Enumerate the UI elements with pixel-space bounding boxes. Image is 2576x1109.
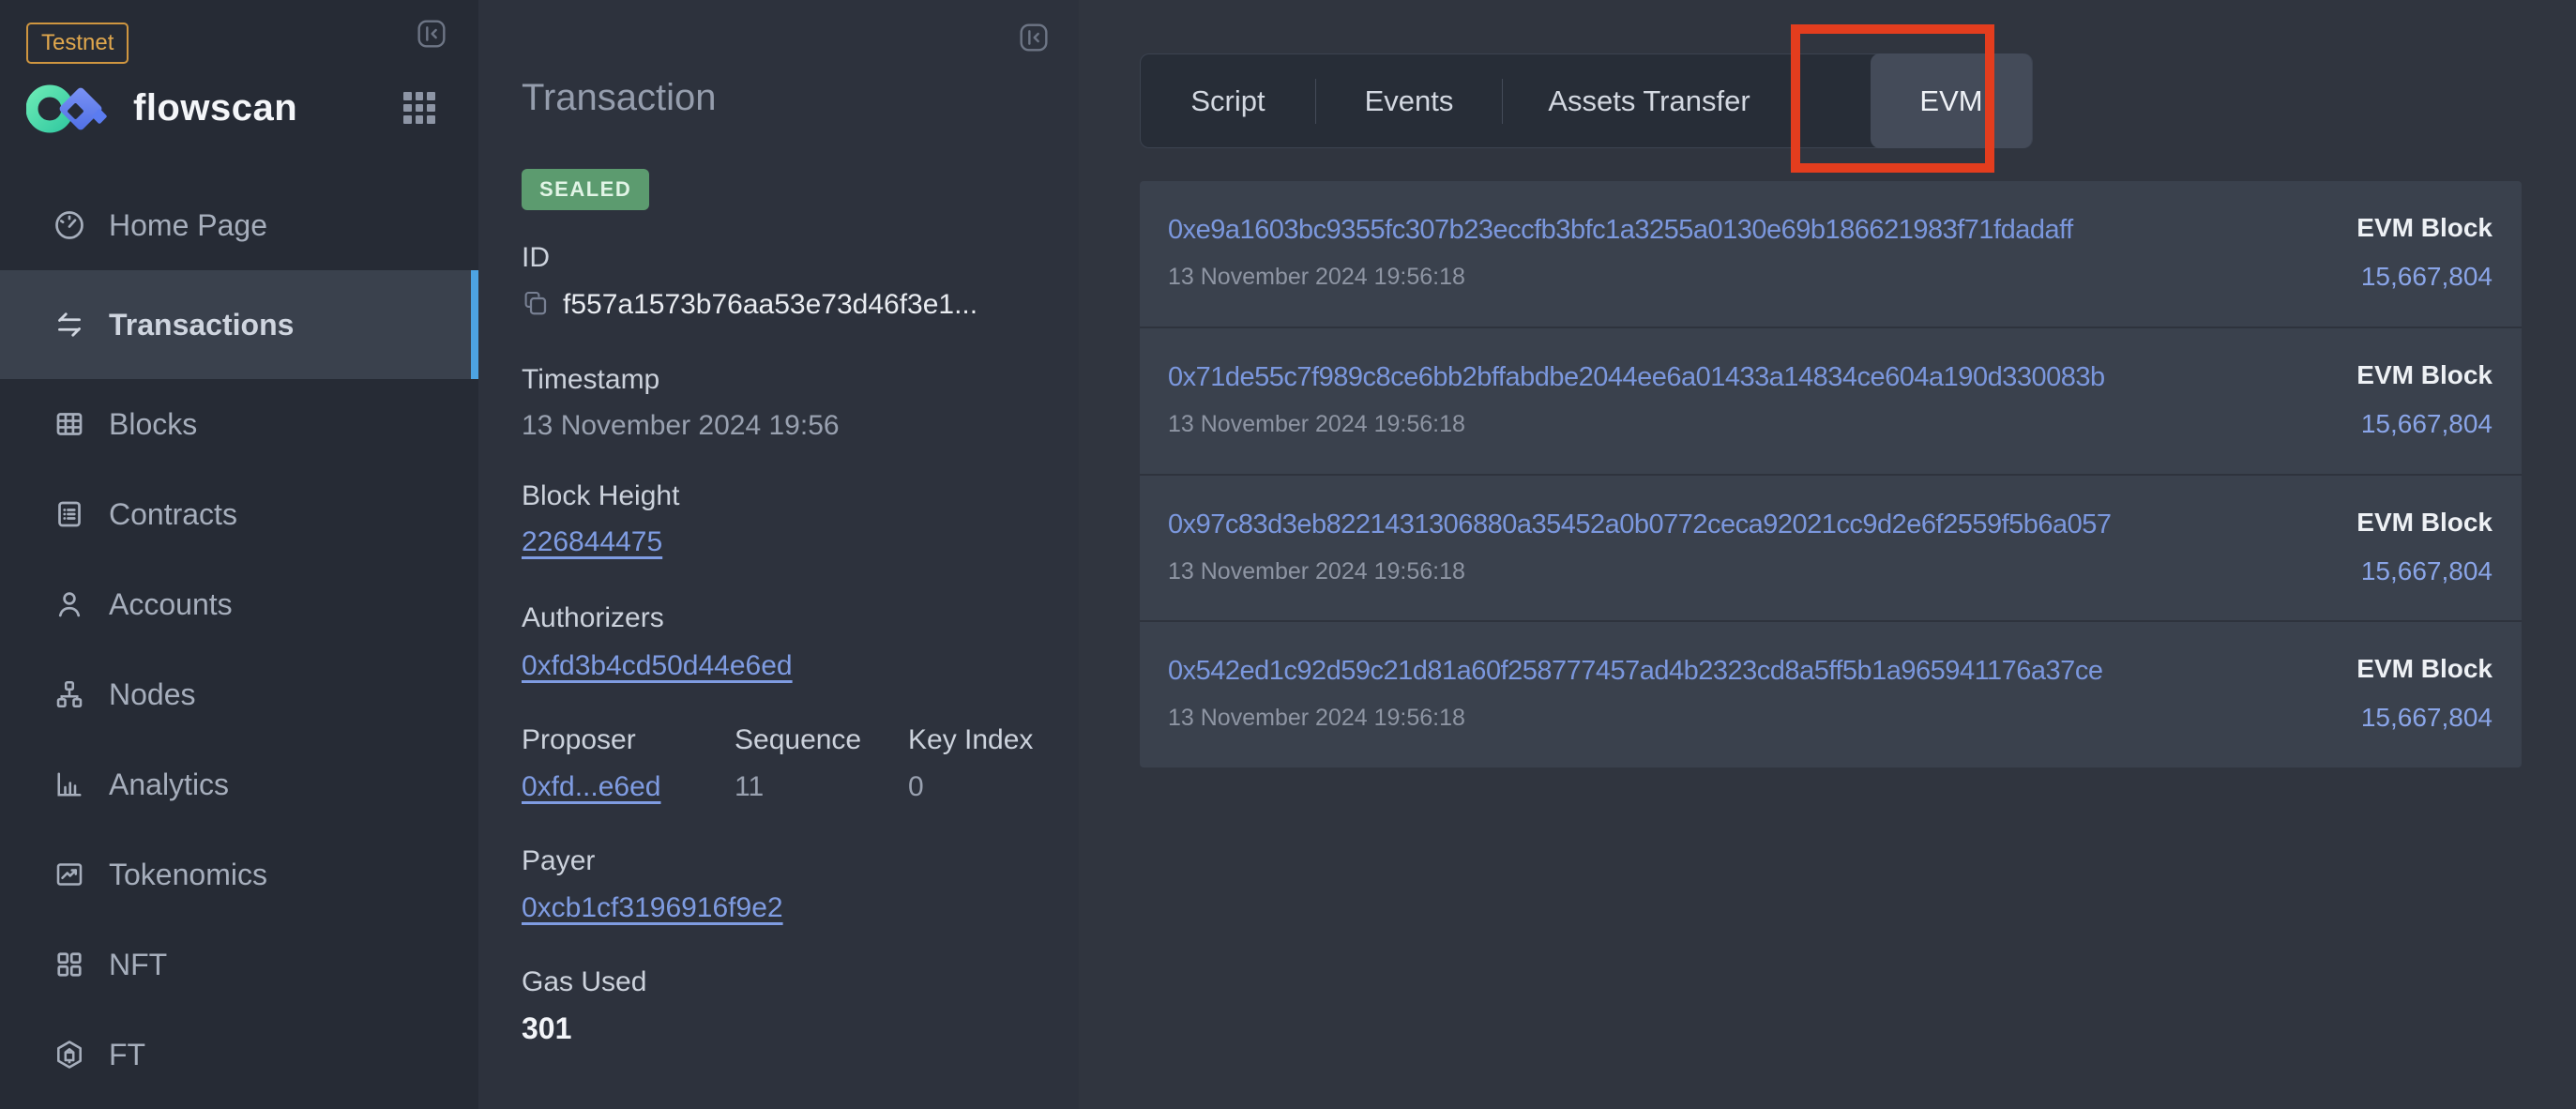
sidebar-item-label: Transactions (109, 308, 294, 342)
sequence-label: Sequence (735, 724, 861, 756)
key-index-label: Key Index (908, 724, 1033, 756)
token-cube-icon (53, 1038, 86, 1071)
swap-arrows-icon (53, 308, 86, 342)
evm-block-number-link[interactable]: 15,667,804 (2361, 262, 2493, 292)
timestamp-value: 13 November 2024 19:56 (522, 410, 840, 442)
sidebar-item-accounts[interactable]: Accounts (0, 559, 478, 649)
sidebar-item-label: Home Page (109, 208, 267, 243)
sidebar-item-analytics[interactable]: Analytics (0, 739, 478, 829)
sidebar-item-label: NFT (109, 948, 167, 982)
sidebar-item-label: Nodes (109, 677, 196, 712)
sidebar-item-transactions[interactable]: Transactions (0, 270, 478, 379)
person-icon (53, 587, 86, 621)
tab-evm[interactable]: EVM (1871, 53, 2032, 148)
tab-assets-transfer[interactable]: Assets Transfer (1503, 84, 1796, 118)
sidebar: Testnet (0, 0, 478, 1109)
sidebar-item-label: Analytics (109, 767, 229, 802)
sequence-value: 11 (735, 771, 764, 803)
sidebar-item-home-page[interactable]: Home Page (0, 180, 478, 270)
sidebar-item-nodes[interactable]: Nodes (0, 649, 478, 739)
id-label: ID (522, 242, 550, 274)
main-content: Script Events Assets Transfer EVM 0xe9a1… (1079, 0, 2576, 1109)
evm-block-number-link[interactable]: 15,667,804 (2361, 409, 2493, 439)
apps-grid-icon[interactable] (403, 92, 435, 124)
gas-used-label: Gas Used (522, 966, 646, 998)
authorizers-label: Authorizers (522, 602, 664, 634)
tab-script[interactable]: Script (1141, 84, 1315, 118)
gas-used-value: 301 (522, 1011, 571, 1046)
key-index-value: 0 (908, 771, 924, 803)
evm-block-number-link[interactable]: 15,667,804 (2361, 556, 2493, 586)
payer-link[interactable]: 0xcb1cf3196916f9e2 (522, 892, 783, 924)
sidebar-item-label: Contracts (109, 497, 237, 532)
sidebar-nav: Home Page Transactions Blocks (0, 180, 478, 1100)
evm-block-label: EVM Block (2356, 654, 2493, 684)
timestamp-label: Timestamp (522, 364, 659, 396)
proposer-label: Proposer (522, 724, 636, 756)
flowscan-app: Testnet (0, 0, 2576, 1109)
evm-block-label: EVM Block (2356, 508, 2493, 538)
sidebar-item-label: FT (109, 1038, 145, 1072)
evm-transaction-row: 0xe9a1603bc9355fc307b23eccfb3bfc1a3255a0… (1140, 181, 2522, 327)
evm-block-label: EVM Block (2356, 213, 2493, 243)
evm-tx-timestamp: 13 November 2024 19:56:18 (1168, 705, 1465, 732)
evm-block-label: EVM Block (2356, 360, 2493, 390)
proposer-link[interactable]: 0xfd...e6ed (522, 771, 660, 803)
tab-events[interactable]: Events (1316, 84, 1502, 118)
evm-tx-timestamp: 13 November 2024 19:56:18 (1168, 558, 1465, 585)
evm-tx-hash-link[interactable]: 0xe9a1603bc9355fc307b23eccfb3bfc1a3255a0… (1168, 215, 2073, 246)
panel-title: Transaction (522, 77, 717, 119)
sidebar-item-ft[interactable]: FT (0, 1010, 478, 1100)
evm-tx-hash-link[interactable]: 0x542ed1c92d59c21d81a60f258777457ad4b232… (1168, 656, 2102, 687)
collapse-panel-icon[interactable] (1019, 23, 1049, 54)
evm-tx-timestamp: 13 November 2024 19:56:18 (1168, 264, 1465, 291)
sidebar-item-blocks[interactable]: Blocks (0, 379, 478, 469)
transaction-id-value: f557a1573b76aa53e73d46f3e1... (563, 289, 977, 321)
sidebar-item-label: Tokenomics (109, 858, 267, 892)
status-badge: SEALED (522, 169, 649, 210)
trend-chart-icon (53, 858, 86, 891)
evm-block-number-link[interactable]: 15,667,804 (2361, 703, 2493, 733)
payer-label: Payer (522, 845, 595, 877)
block-height-label: Block Height (522, 480, 679, 512)
active-indicator (471, 270, 478, 379)
evm-transaction-row: 0x71de55c7f989c8ce6bb2bffabdbe2044ee6a01… (1140, 327, 2522, 474)
sidebar-item-label: Blocks (109, 407, 197, 442)
evm-tx-hash-link[interactable]: 0x97c83d3eb8221431306880a35452a0b0772cec… (1168, 509, 2112, 540)
transaction-detail-panel: Transaction SEALED ID f557a1573b76aa53e7… (478, 0, 1079, 1109)
evm-tx-hash-link[interactable]: 0x71de55c7f989c8ce6bb2bffabdbe2044ee6a01… (1168, 362, 2105, 393)
table-grid-icon (53, 407, 86, 441)
logo[interactable]: flowscan (26, 77, 297, 139)
flowscan-logo-icon (26, 77, 113, 139)
app-name: flowscan (133, 87, 297, 129)
evm-tx-timestamp: 13 November 2024 19:56:18 (1168, 411, 1465, 438)
sidebar-item-label: Accounts (109, 587, 233, 622)
collapse-sidebar-icon[interactable] (417, 19, 447, 51)
authorizers-link[interactable]: 0xfd3b4cd50d44e6ed (522, 650, 793, 682)
sidebar-item-tokenomics[interactable]: Tokenomics (0, 829, 478, 919)
grid-squares-icon (53, 948, 86, 981)
transaction-tabs: Script Events Assets Transfer EVM (1140, 53, 2033, 148)
hierarchy-icon (53, 677, 86, 711)
evm-transaction-row: 0x542ed1c92d59c21d81a60f258777457ad4b232… (1140, 620, 2522, 767)
speedometer-icon (53, 208, 86, 242)
document-list-icon (53, 497, 86, 531)
copy-icon[interactable] (522, 289, 550, 321)
bar-chart-icon (53, 767, 86, 801)
block-height-link[interactable]: 226844475 (522, 526, 662, 558)
evm-transaction-row: 0x97c83d3eb8221431306880a35452a0b0772cec… (1140, 474, 2522, 621)
sidebar-item-contracts[interactable]: Contracts (0, 469, 478, 559)
sidebar-item-nft[interactable]: NFT (0, 919, 478, 1010)
evm-transactions-list: 0xe9a1603bc9355fc307b23eccfb3bfc1a3255a0… (1140, 181, 2522, 767)
network-badge: Testnet (26, 23, 129, 64)
